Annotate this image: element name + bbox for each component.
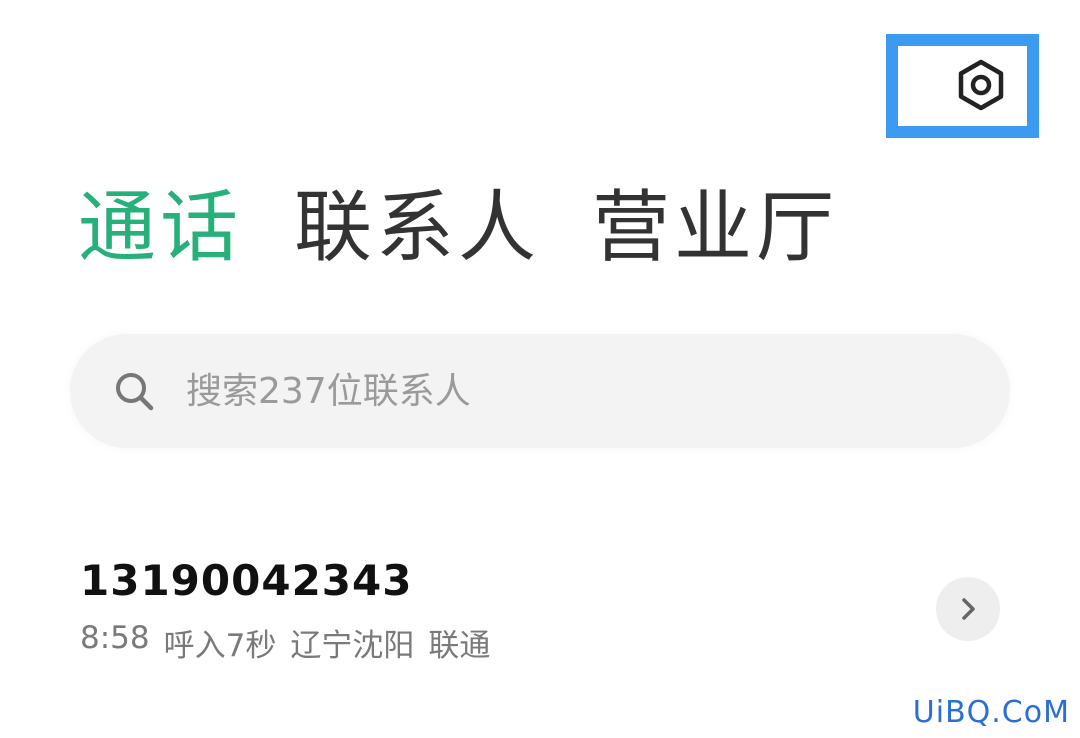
call-location: 辽宁沈阳 (290, 628, 415, 664)
search-input[interactable] (186, 361, 886, 421)
settings-button[interactable] (950, 54, 1012, 116)
tab-calls[interactable]: 通话 (78, 178, 242, 278)
watermark-text: UiBQ.CoM (912, 695, 1070, 730)
tab-bar: 通话 联系人 营业厅 (78, 178, 890, 278)
call-carrier: 联通 (428, 628, 491, 664)
call-detail-button[interactable] (936, 577, 1000, 641)
chevron-right-icon (962, 598, 975, 620)
tab-service-hall[interactable]: 营业厅 (592, 178, 838, 278)
call-log-item[interactable]: 13190042343 8:58 呼入7秒 辽宁沈阳 联通 (80, 550, 1020, 680)
search-icon (112, 369, 156, 413)
search-bar[interactable] (70, 334, 1010, 448)
settings-hexagon-icon (958, 59, 1004, 111)
phone-app-screen: 通话 联系人 营业厅 13190042343 8:58 呼入7秒 辽宁沈阳 联通… (0, 0, 1080, 738)
call-meta: 8:58 呼入7秒 辽宁沈阳 联通 (80, 620, 504, 665)
call-time: 8:58 (80, 620, 150, 656)
tab-contacts[interactable]: 联系人 (294, 178, 540, 278)
call-number: 13190042343 (80, 556, 413, 605)
call-type-duration: 呼入7秒 (163, 628, 277, 664)
